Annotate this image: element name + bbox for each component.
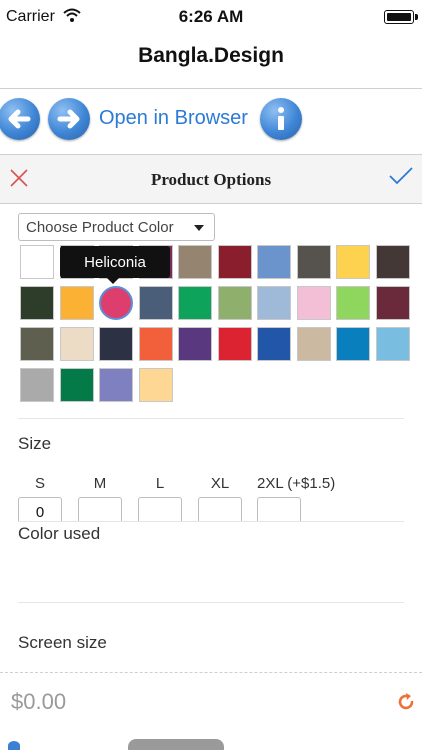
divider <box>0 203 422 204</box>
color-swatch[interactable] <box>138 368 173 402</box>
browser-toolbar: Open in Browser <box>0 90 422 152</box>
arrow-left-icon <box>8 109 31 129</box>
size-m-quantity-input[interactable] <box>78 497 122 521</box>
product-options-header: Product Options <box>0 155 422 203</box>
color-tooltip: Heliconia <box>60 246 170 278</box>
color-swatch[interactable] <box>375 327 410 361</box>
color-swatch[interactable] <box>59 286 94 320</box>
color-swatch[interactable] <box>257 245 291 279</box>
color-swatch[interactable] <box>257 286 291 320</box>
size-option-2xl: 2XL (+$1.5) <box>257 475 335 521</box>
color-swatch[interactable] <box>99 286 133 320</box>
product-color-dropdown-label: Choose Product Color <box>26 219 174 236</box>
color-swatch[interactable] <box>296 327 331 361</box>
check-icon[interactable] <box>388 165 414 192</box>
color-swatch[interactable] <box>99 368 133 402</box>
color-swatch[interactable] <box>336 286 370 320</box>
divider <box>18 418 404 419</box>
color-swatch[interactable] <box>217 245 252 279</box>
color-swatch[interactable] <box>99 327 133 361</box>
product-color-dropdown[interactable]: Choose Product Color <box>18 213 215 241</box>
size-option-m: M <box>78 475 122 521</box>
tooltip-arrow <box>107 278 119 284</box>
open-in-browser-link[interactable]: Open in Browser <box>99 107 248 130</box>
color-swatch[interactable] <box>178 286 212 320</box>
color-swatch[interactable] <box>375 286 410 320</box>
bottom-drawer-handle[interactable] <box>128 739 224 750</box>
footer-divider <box>0 672 422 673</box>
size-option-l: L <box>138 475 182 521</box>
color-swatch[interactable] <box>336 245 370 279</box>
refresh-icon[interactable] <box>396 692 416 717</box>
color-swatch[interactable] <box>59 327 94 361</box>
size-option-label: L <box>155 475 165 492</box>
battery-icon <box>384 10 418 24</box>
color-swatch[interactable] <box>20 245 54 279</box>
color-swatch[interactable] <box>217 327 252 361</box>
color-swatch[interactable] <box>336 327 370 361</box>
color-swatch[interactable] <box>296 286 331 320</box>
bottom-tab-indicator <box>8 741 20 750</box>
divider <box>0 88 422 89</box>
caret-down-icon <box>194 225 204 231</box>
page-title: Bangla.Design <box>138 44 284 67</box>
size-option-xl: XL <box>198 475 242 521</box>
color-swatch[interactable] <box>20 368 54 402</box>
color-swatch[interactable] <box>59 368 94 402</box>
size-option-label: M <box>93 475 107 492</box>
screen-size-label: Screen size <box>18 633 107 652</box>
info-button[interactable] <box>260 98 302 140</box>
color-swatch[interactable] <box>178 327 212 361</box>
info-icon <box>278 107 284 130</box>
forward-button[interactable] <box>48 98 90 140</box>
size-l-quantity-input[interactable] <box>138 497 182 521</box>
divider <box>18 521 404 522</box>
color-swatch[interactable] <box>20 327 54 361</box>
size-option-label: XL <box>210 475 230 492</box>
size-2xl-quantity-input[interactable] <box>257 497 301 521</box>
size-option-label: 2XL (+$1.5) <box>257 475 336 492</box>
size-s-quantity-input[interactable]: 0 <box>18 497 62 521</box>
product-options-title: Product Options <box>150 170 272 189</box>
size-option-s: S 0 <box>18 475 62 521</box>
color-swatch[interactable] <box>375 245 410 279</box>
color-swatch[interactable] <box>138 286 173 320</box>
color-swatch[interactable] <box>257 327 291 361</box>
color-swatch[interactable] <box>138 327 173 361</box>
color-swatch[interactable] <box>296 245 331 279</box>
color-swatch[interactable] <box>217 286 252 320</box>
size-xl-quantity-input[interactable] <box>198 497 242 521</box>
size-option-label: S <box>34 475 45 492</box>
divider <box>18 602 404 603</box>
arrow-right-icon <box>57 109 80 129</box>
back-button[interactable] <box>0 98 40 140</box>
color-swatch[interactable] <box>178 245 212 279</box>
total-price: $0.00 <box>11 689 67 714</box>
status-time: 6:26 AM <box>178 7 244 26</box>
size-label: Size <box>18 434 52 453</box>
status-bar: Carrier 6:26 AM <box>0 0 422 32</box>
color-swatch[interactable] <box>20 286 54 320</box>
color-used-label: Color used <box>18 524 101 543</box>
